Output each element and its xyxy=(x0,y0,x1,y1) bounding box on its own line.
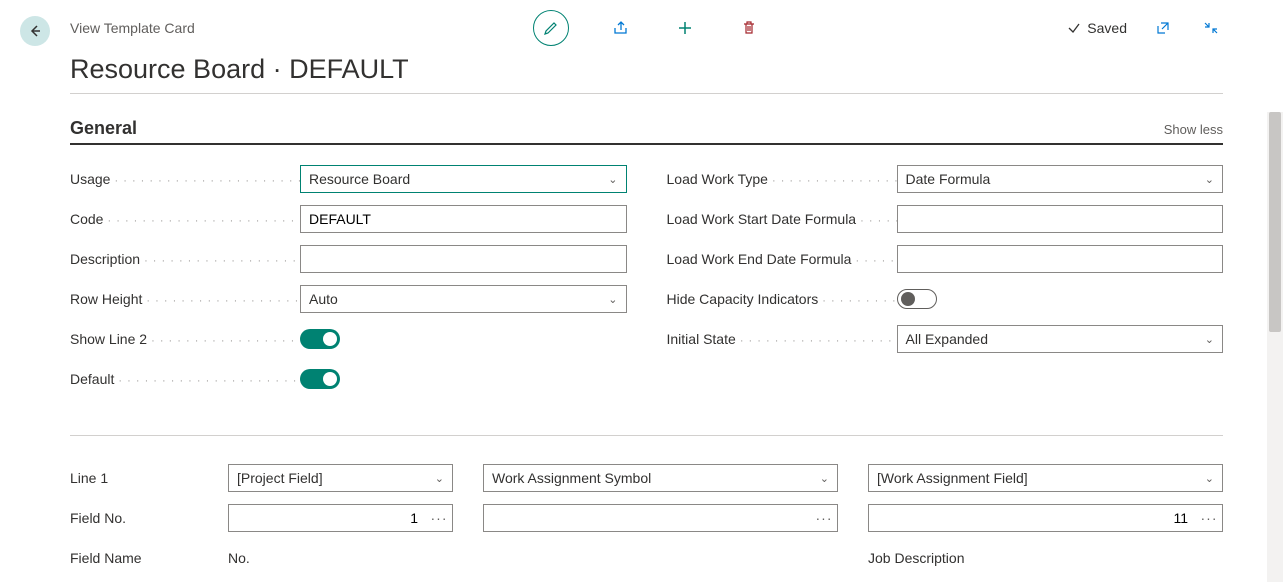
chevron-down-icon: ⌄ xyxy=(435,472,444,485)
line1-label: Line 1 xyxy=(70,470,228,486)
check-icon xyxy=(1067,21,1081,35)
code-input[interactable] xyxy=(300,205,627,233)
collapse-icon xyxy=(1203,20,1219,36)
usage-label: Usage xyxy=(70,171,300,187)
description-input[interactable] xyxy=(300,245,627,273)
edit-button[interactable] xyxy=(533,10,569,46)
col1-line1-select[interactable]: [Project Field] ⌄ xyxy=(228,464,453,492)
row-height-label: Row Height xyxy=(70,291,300,307)
page-title: Resource Board · DEFAULT xyxy=(70,54,1223,85)
chevron-down-icon: ⌄ xyxy=(1205,472,1214,485)
collapse-button[interactable] xyxy=(1199,16,1223,40)
plus-icon xyxy=(676,19,694,37)
hide-capacity-toggle[interactable] xyxy=(897,289,937,309)
share-icon xyxy=(612,19,630,37)
popout-icon xyxy=(1155,20,1171,36)
usage-select[interactable]: Resource Board ⌄ xyxy=(300,165,627,193)
title-divider xyxy=(70,93,1223,94)
load-work-start-label: Load Work Start Date Formula xyxy=(667,211,897,227)
col1-field-no-input-wrap[interactable]: ··· xyxy=(228,504,453,532)
saved-indicator: Saved xyxy=(1067,20,1127,36)
back-button[interactable] xyxy=(20,16,50,46)
show-less-link[interactable]: Show less xyxy=(1164,122,1223,137)
chevron-down-icon: ⌄ xyxy=(608,173,617,186)
new-button[interactable] xyxy=(673,16,697,40)
section-divider xyxy=(70,435,1223,436)
field-no-label: Field No. xyxy=(70,510,228,526)
show-line-2-label: Show Line 2 xyxy=(70,331,300,347)
load-work-type-select[interactable]: Date Formula ⌄ xyxy=(897,165,1224,193)
initial-state-select[interactable]: All Expanded ⌄ xyxy=(897,325,1224,353)
col2-line1-select[interactable]: Work Assignment Symbol ⌄ xyxy=(483,464,838,492)
initial-state-label: Initial State xyxy=(667,331,897,347)
share-button[interactable] xyxy=(609,16,633,40)
ellipsis-icon[interactable]: ··· xyxy=(1196,505,1222,531)
row-height-select[interactable]: Auto ⌄ xyxy=(300,285,627,313)
ellipsis-icon[interactable]: ··· xyxy=(811,505,837,531)
pencil-icon xyxy=(543,20,559,36)
col1-field-name-value: No. xyxy=(228,550,250,566)
col3-line1-select[interactable]: [Work Assignment Field] ⌄ xyxy=(868,464,1223,492)
delete-button[interactable] xyxy=(737,16,761,40)
popout-button[interactable] xyxy=(1151,16,1175,40)
default-toggle[interactable] xyxy=(300,369,340,389)
show-line-2-toggle[interactable] xyxy=(300,329,340,349)
col3-field-name-value: Job Description xyxy=(868,550,965,566)
default-label: Default xyxy=(70,371,300,387)
vertical-scrollbar[interactable] xyxy=(1267,112,1283,582)
chevron-down-icon: ⌄ xyxy=(608,293,617,306)
saved-label: Saved xyxy=(1087,20,1127,36)
col3-field-no-input-wrap[interactable]: ··· xyxy=(868,504,1223,532)
page-subtitle: View Template Card xyxy=(70,20,195,36)
chevron-down-icon: ⌄ xyxy=(1205,173,1214,186)
col2-field-no-input[interactable] xyxy=(484,505,811,531)
load-work-type-label: Load Work Type xyxy=(667,171,897,187)
load-work-end-input[interactable] xyxy=(897,245,1224,273)
arrow-left-icon xyxy=(27,23,43,39)
ellipsis-icon[interactable]: ··· xyxy=(426,505,452,531)
field-name-label: Field Name xyxy=(70,550,228,566)
chevron-down-icon: ⌄ xyxy=(1205,333,1214,346)
description-label: Description xyxy=(70,251,300,267)
chevron-down-icon: ⌄ xyxy=(820,472,829,485)
section-general-title[interactable]: General xyxy=(70,118,137,139)
col1-field-no-input[interactable] xyxy=(229,505,426,531)
load-work-end-label: Load Work End Date Formula xyxy=(667,251,897,267)
col3-field-no-input[interactable] xyxy=(869,505,1196,531)
code-label: Code xyxy=(70,211,300,227)
scrollbar-thumb[interactable] xyxy=(1269,112,1281,332)
load-work-start-input[interactable] xyxy=(897,205,1224,233)
hide-capacity-label: Hide Capacity Indicators xyxy=(667,291,897,307)
trash-icon xyxy=(741,20,757,36)
col2-field-no-input-wrap[interactable]: ··· xyxy=(483,504,838,532)
